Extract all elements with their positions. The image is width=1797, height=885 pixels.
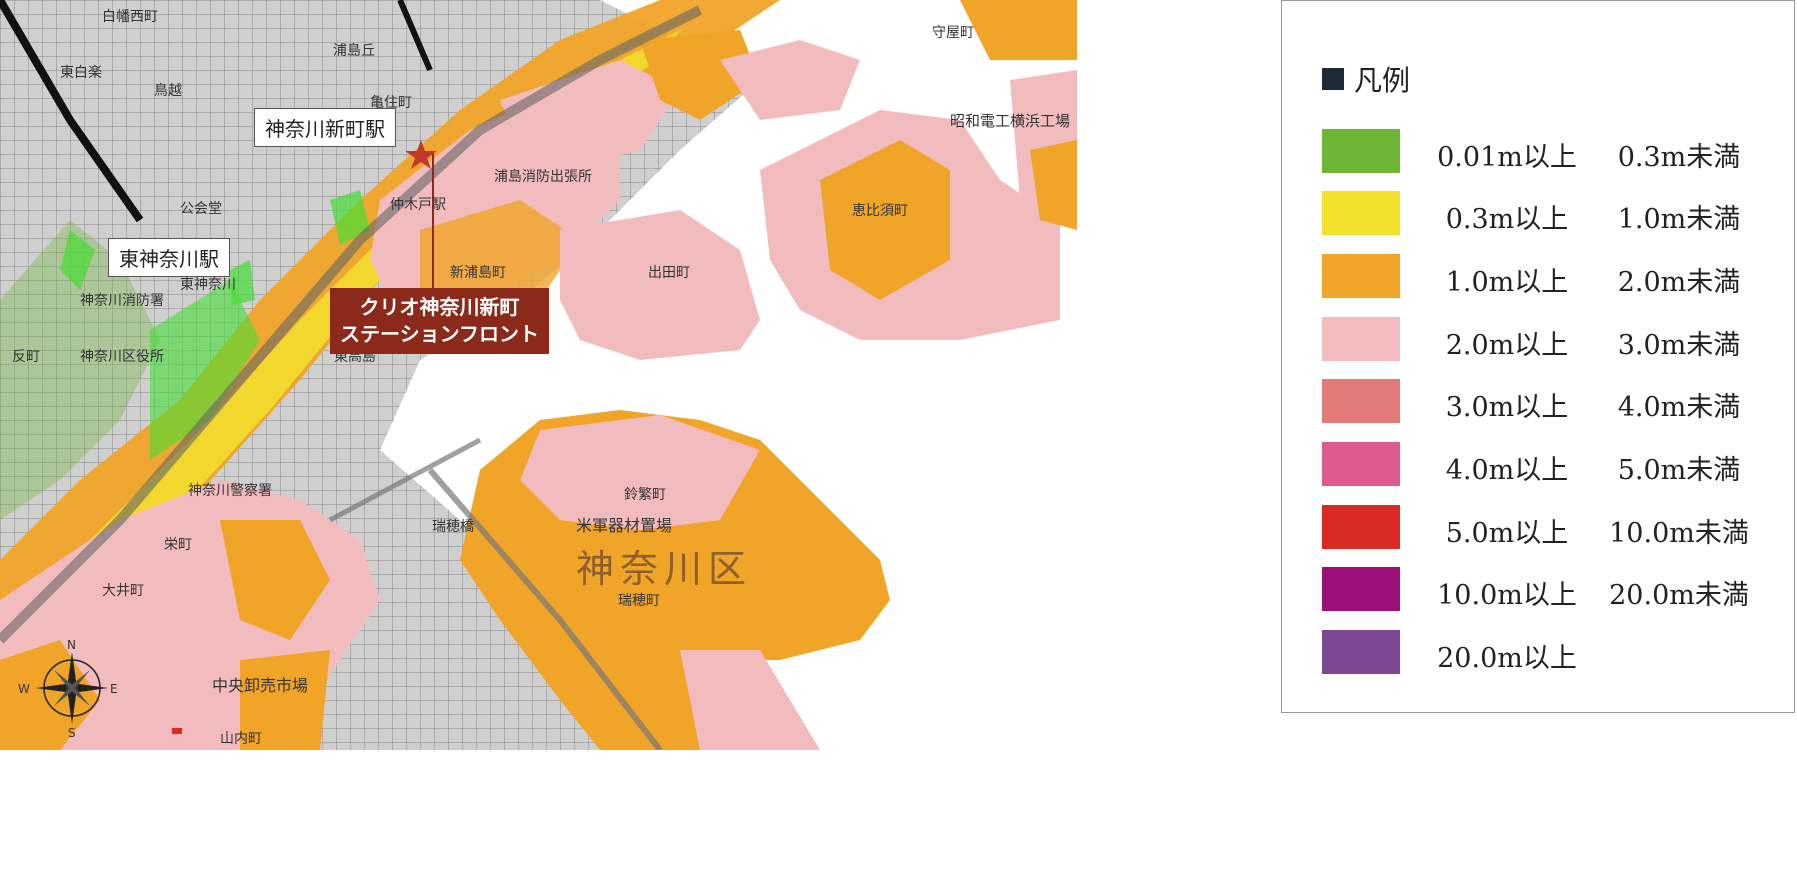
place-label: 米軍器材置場 bbox=[576, 516, 673, 535]
place-label: 恵比須町 bbox=[852, 203, 908, 219]
place-label: 新浦島町 bbox=[450, 265, 506, 281]
place-label: 神奈川区役所 bbox=[80, 349, 164, 365]
legend-lower-bound: 1.0m以上 bbox=[1445, 267, 1569, 298]
compass-west: W bbox=[18, 682, 30, 696]
place-label: 白幡西町 bbox=[102, 9, 158, 25]
legend-lower-bound: 2.0m以上 bbox=[1445, 330, 1569, 361]
legend-item: 20.0m以上 bbox=[1322, 630, 1782, 674]
place-label: 山内町 bbox=[220, 731, 262, 747]
legend-swatch bbox=[1322, 129, 1400, 173]
legend-item: 4.0m以上 5.0m未満 bbox=[1322, 442, 1782, 486]
legend-item: 0.3m以上 1.0m未満 bbox=[1322, 191, 1782, 235]
legend-lower-bound: 20.0m以上 bbox=[1437, 643, 1577, 674]
property-name-line2: ステーションフロント bbox=[340, 322, 539, 346]
station-label-higashi-kanagawa[interactable]: 東神奈川駅 bbox=[108, 238, 230, 277]
ward-label: 神奈川区 bbox=[576, 547, 753, 591]
place-label: 東白楽 bbox=[60, 65, 102, 81]
legend-upper-bound: 3.0m未満 bbox=[1617, 330, 1741, 361]
map-graphic bbox=[0, 0, 1077, 750]
flood-hazard-map[interactable]: 白幡西町 浦島丘 東白楽 鳥越 亀住町 守屋町 浦島消防出張所 公会堂 神奈川消… bbox=[0, 0, 1077, 750]
legend-lower-bound: 10.0m以上 bbox=[1437, 580, 1577, 611]
legend-lower-bound: 3.0m以上 bbox=[1445, 392, 1569, 423]
property-name-line1: クリオ神奈川新町 bbox=[359, 295, 520, 319]
legend-swatch bbox=[1322, 317, 1400, 361]
place-label: 大井町 bbox=[102, 583, 144, 599]
place-label: 鳥越 bbox=[154, 83, 182, 99]
legend-lower-bound: 0.3m以上 bbox=[1445, 204, 1569, 235]
legend-item: 10.0m以上 20.0m未満 bbox=[1322, 567, 1782, 611]
legend-swatch bbox=[1322, 254, 1400, 298]
legend-item: 2.0m以上 3.0m未満 bbox=[1322, 317, 1782, 361]
compass-south: S bbox=[68, 726, 76, 740]
place-label: 神奈川警察署 bbox=[188, 483, 272, 499]
compass-east: E bbox=[110, 682, 118, 696]
place-label: 東神奈川 bbox=[180, 277, 236, 293]
place-label: 反町 bbox=[12, 349, 40, 365]
legend-upper-bound: 0.3m未満 bbox=[1617, 142, 1741, 173]
legend-upper-bound: 4.0m未満 bbox=[1617, 392, 1741, 423]
legend-upper-bound: 2.0m未満 bbox=[1617, 267, 1741, 298]
place-label: 昭和電工横浜工場 bbox=[950, 112, 1071, 130]
legend-swatch bbox=[1322, 630, 1400, 674]
legend-lower-bound: 5.0m以上 bbox=[1445, 518, 1569, 549]
legend-upper-bound: 1.0m未満 bbox=[1617, 204, 1741, 235]
legend-item: 1.0m以上 2.0m未満 bbox=[1322, 254, 1782, 298]
place-label: 浦島消防出張所 bbox=[494, 169, 592, 185]
legend-item: 0.01m以上 0.3m未満 bbox=[1322, 129, 1782, 173]
legend-upper-bound: 5.0m未満 bbox=[1617, 455, 1741, 486]
place-label: 瑞穂橋 bbox=[432, 519, 474, 535]
legend-title: 凡例 bbox=[1322, 59, 1410, 99]
legend-item: 3.0m以上 4.0m未満 bbox=[1322, 379, 1782, 423]
place-label: 瑞穂町 bbox=[618, 593, 660, 609]
place-label: 公会堂 bbox=[180, 201, 222, 217]
legend-lower-bound: 0.01m以上 bbox=[1437, 142, 1577, 173]
place-label: 守屋町 bbox=[932, 25, 974, 41]
place-label: 仲木戸駅 bbox=[390, 197, 446, 213]
legend-panel: 凡例 0.01m以上 0.3m未満 0.3m以上 1.0m未満 1.0m以上 2… bbox=[1281, 0, 1795, 713]
legend-title-text: 凡例 bbox=[1354, 64, 1411, 97]
place-label: 出田町 bbox=[648, 265, 690, 281]
legend-square-icon bbox=[1322, 68, 1344, 90]
place-label: 栄町 bbox=[164, 537, 192, 553]
legend-lower-bound: 4.0m以上 bbox=[1445, 455, 1569, 486]
place-label: 鈴繁町 bbox=[624, 487, 666, 503]
property-label[interactable]: クリオ神奈川新町 ステーションフロント bbox=[330, 288, 549, 354]
legend-swatch bbox=[1322, 442, 1400, 486]
legend-swatch bbox=[1322, 567, 1400, 611]
legend-swatch bbox=[1322, 379, 1400, 423]
legend-swatch bbox=[1322, 191, 1400, 235]
legend-upper-bound: 20.0m未満 bbox=[1609, 580, 1749, 611]
place-label: 神奈川消防署 bbox=[80, 293, 164, 309]
place-label: 中央卸売市場 bbox=[212, 676, 309, 695]
station-label-kanagawa-shinmachi[interactable]: 神奈川新町駅 bbox=[254, 108, 396, 147]
legend-upper-bound: 10.0m未満 bbox=[1609, 518, 1749, 549]
compass-north: N bbox=[67, 638, 76, 652]
legend-item: 5.0m以上 10.0m未満 bbox=[1322, 505, 1782, 549]
place-label: 浦島丘 bbox=[333, 43, 375, 59]
legend-swatch bbox=[1322, 505, 1400, 549]
